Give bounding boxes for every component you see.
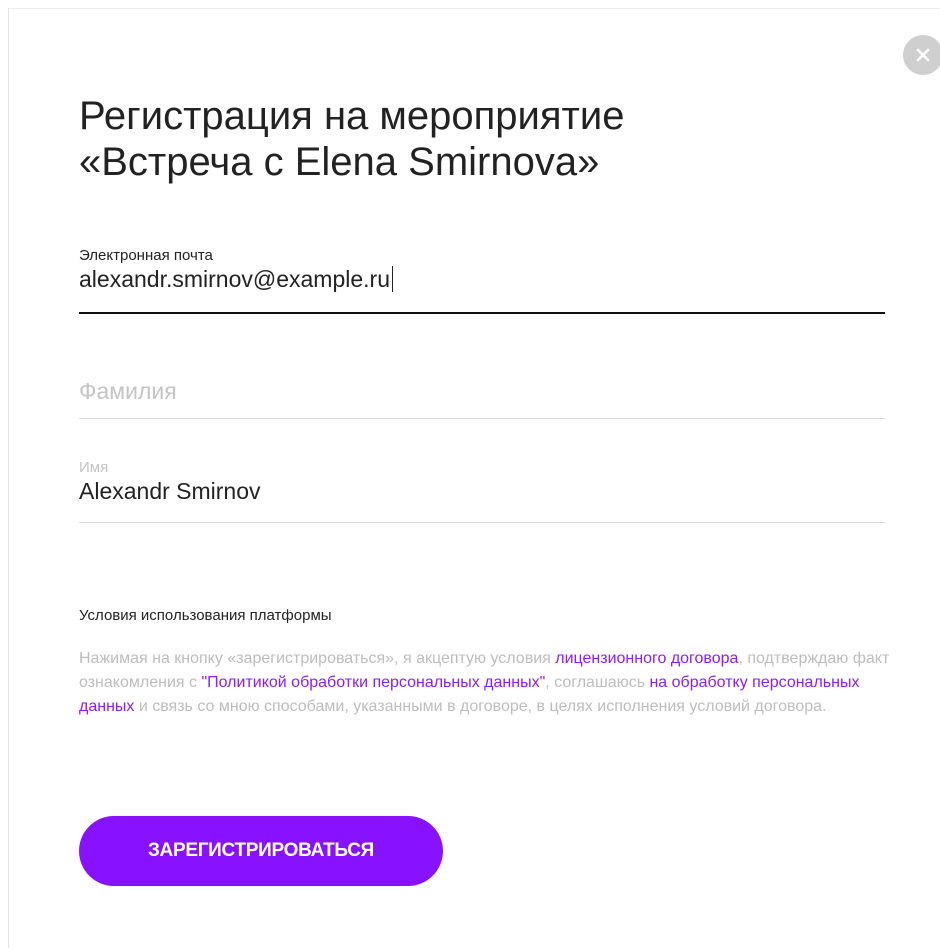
title-line-1: Регистрация на мероприятие [79,94,625,138]
terms-text-part: Нажимая на кнопку «зарегистрироваться», … [79,650,556,667]
modal-title: Регистрация на мероприятие «Встреча с El… [79,93,859,185]
surname-underline [79,418,885,419]
name-label: Имя [79,459,109,476]
terms-text: Нажимая на кнопку «зарегистрироваться», … [79,647,891,719]
name-underline [79,522,885,523]
surname-placeholder: Фамилия [79,378,177,404]
register-button[interactable]: ЗАРЕГИСТРИРОВАТЬСЯ [79,816,443,886]
email-field[interactable]: Электронная почта alexandr.smirnov@examp… [79,247,885,314]
email-value: alexandr.smirnov@example.ru [79,266,390,292]
terms-text-part: , соглашаюсь [545,674,650,691]
text-caret [391,266,394,292]
registration-modal: Регистрация на мероприятие «Встреча с El… [8,8,940,948]
name-input[interactable]: Alexandr Smirnov [79,477,885,505]
title-line-2: «Встреча с Elena Smirnova» [79,140,600,184]
email-input[interactable]: alexandr.smirnov@example.ru [79,265,885,293]
email-label: Электронная почта [79,247,213,264]
close-button[interactable] [903,35,940,75]
email-underline [79,312,885,314]
surname-field[interactable]: Фамилия [79,377,885,421]
name-field[interactable]: Имя Alexandr Smirnov [79,459,885,526]
terms-heading: Условия использования платформы [79,607,332,624]
license-agreement-link[interactable]: лицензионного договора [555,650,738,667]
terms-text-part: и связь со мною способами, указанными в … [134,698,827,715]
privacy-policy-link[interactable]: "Политикой обработки персональных данных… [201,674,545,691]
close-icon [916,48,930,62]
